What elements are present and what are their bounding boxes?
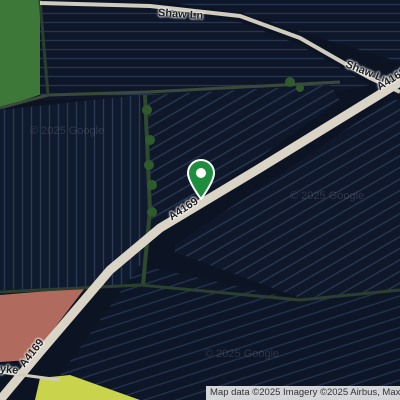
watermark: © 2025 Google bbox=[30, 125, 105, 137]
watermark: © 2025 Google bbox=[205, 348, 280, 360]
map-pin-icon[interactable] bbox=[185, 158, 217, 201]
road-label-partial: yke bbox=[0, 363, 19, 377]
map-attribution: Map data ©2025 Imagery ©2025 Airbus, Max… bbox=[206, 386, 400, 400]
satellite-map[interactable]: © 2025 Google © 2025 Google © 2025 Googl… bbox=[0, 0, 400, 400]
watermark: © 2025 Google bbox=[290, 190, 365, 202]
